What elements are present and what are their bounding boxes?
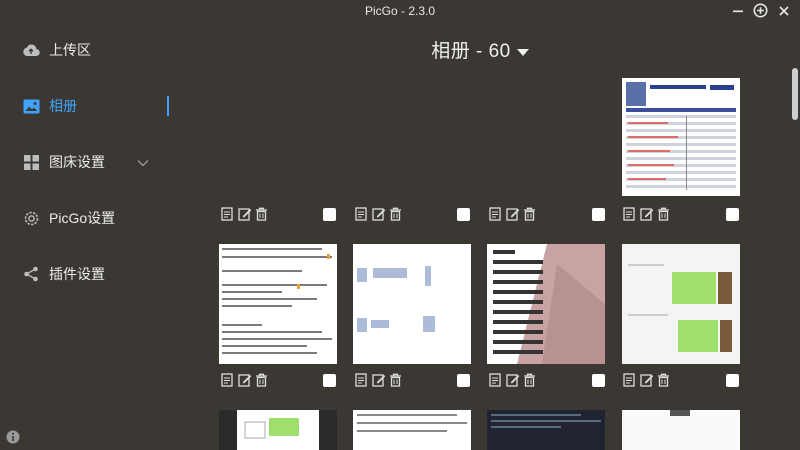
close-icon[interactable] <box>775 2 792 19</box>
sidebar-item-label: 插件设置 <box>49 266 105 282</box>
delete-icon[interactable] <box>656 373 671 388</box>
delete-icon[interactable] <box>254 207 269 222</box>
window-title: PicGo - 2.3.0 <box>364 4 436 18</box>
delete-icon[interactable] <box>388 207 403 222</box>
info-icon[interactable] <box>6 430 20 449</box>
edit-icon[interactable] <box>639 207 654 222</box>
gallery-image[interactable] <box>622 410 740 450</box>
maximize-icon[interactable] <box>752 2 769 19</box>
gallery-image[interactable] <box>219 410 337 450</box>
album-title: 相册 - 60 <box>431 41 511 62</box>
grid-icon <box>22 153 40 171</box>
copy-icon[interactable] <box>220 207 235 222</box>
sidebar-item-label: 上传区 <box>49 42 91 58</box>
sidebar-item-upload[interactable]: 上传区 <box>22 36 170 64</box>
item-actions <box>220 206 269 222</box>
edit-icon[interactable] <box>639 373 654 388</box>
select-checkbox[interactable] <box>457 208 470 221</box>
delete-icon[interactable] <box>254 373 269 388</box>
item-actions <box>622 206 671 222</box>
gallery-image[interactable] <box>353 410 471 450</box>
delete-icon[interactable] <box>522 373 537 388</box>
item-actions <box>354 206 403 222</box>
copy-icon[interactable] <box>488 373 503 388</box>
copy-icon[interactable] <box>488 207 503 222</box>
window-controls <box>729 2 792 19</box>
copy-icon[interactable] <box>220 373 235 388</box>
edit-icon[interactable] <box>237 207 252 222</box>
select-checkbox[interactable] <box>592 208 605 221</box>
edit-icon[interactable] <box>371 373 386 388</box>
copy-icon[interactable] <box>354 207 369 222</box>
gallery-image[interactable] <box>622 244 740 364</box>
upload-cloud-icon <box>22 41 40 59</box>
select-checkbox[interactable] <box>323 374 336 387</box>
share-icon <box>22 265 40 283</box>
sidebar-item-label: PicGo设置 <box>49 210 116 226</box>
item-actions <box>488 372 537 388</box>
title-bar: PicGo - 2.3.0 <box>0 0 800 22</box>
gallery-image[interactable] <box>219 244 337 364</box>
sidebar-item-picgo-settings[interactable]: PicGo设置 <box>22 204 170 232</box>
select-checkbox[interactable] <box>726 208 739 221</box>
item-actions <box>220 372 269 388</box>
item-actions <box>354 372 403 388</box>
active-indicator <box>167 96 169 116</box>
minimize-icon[interactable] <box>729 2 746 19</box>
gallery-image[interactable] <box>353 244 471 364</box>
item-actions <box>488 206 537 222</box>
select-checkbox[interactable] <box>592 374 605 387</box>
caret-down-icon <box>516 41 529 63</box>
gear-icon <box>22 209 40 227</box>
copy-icon[interactable] <box>622 207 637 222</box>
select-checkbox[interactable] <box>323 208 336 221</box>
album-title-dropdown[interactable]: 相册 - 60 <box>170 36 790 63</box>
copy-icon[interactable] <box>354 373 369 388</box>
select-checkbox[interactable] <box>726 374 739 387</box>
sidebar-item-plugin-settings[interactable]: 插件设置 <box>22 260 170 288</box>
image-icon <box>22 97 40 115</box>
sidebar-item-label: 图床设置 <box>49 154 105 170</box>
sidebar-item-label: 相册 <box>49 98 77 114</box>
delete-icon[interactable] <box>522 207 537 222</box>
edit-icon[interactable] <box>505 207 520 222</box>
delete-icon[interactable] <box>656 207 671 222</box>
delete-icon[interactable] <box>388 373 403 388</box>
edit-icon[interactable] <box>505 373 520 388</box>
gallery-image[interactable] <box>622 78 740 196</box>
edit-icon[interactable] <box>237 373 252 388</box>
select-checkbox[interactable] <box>457 374 470 387</box>
sidebar-item-album[interactable]: 相册 <box>22 92 170 120</box>
item-actions <box>622 372 671 388</box>
gallery-image[interactable] <box>487 244 605 364</box>
chevron-down-icon[interactable] <box>137 154 149 172</box>
scrollbar[interactable] <box>792 68 798 120</box>
copy-icon[interactable] <box>622 373 637 388</box>
gallery-image[interactable] <box>487 410 605 450</box>
sidebar: 上传区 相册 图床设置 PicGo设置 插件设置 <box>0 22 170 450</box>
edit-icon[interactable] <box>371 207 386 222</box>
